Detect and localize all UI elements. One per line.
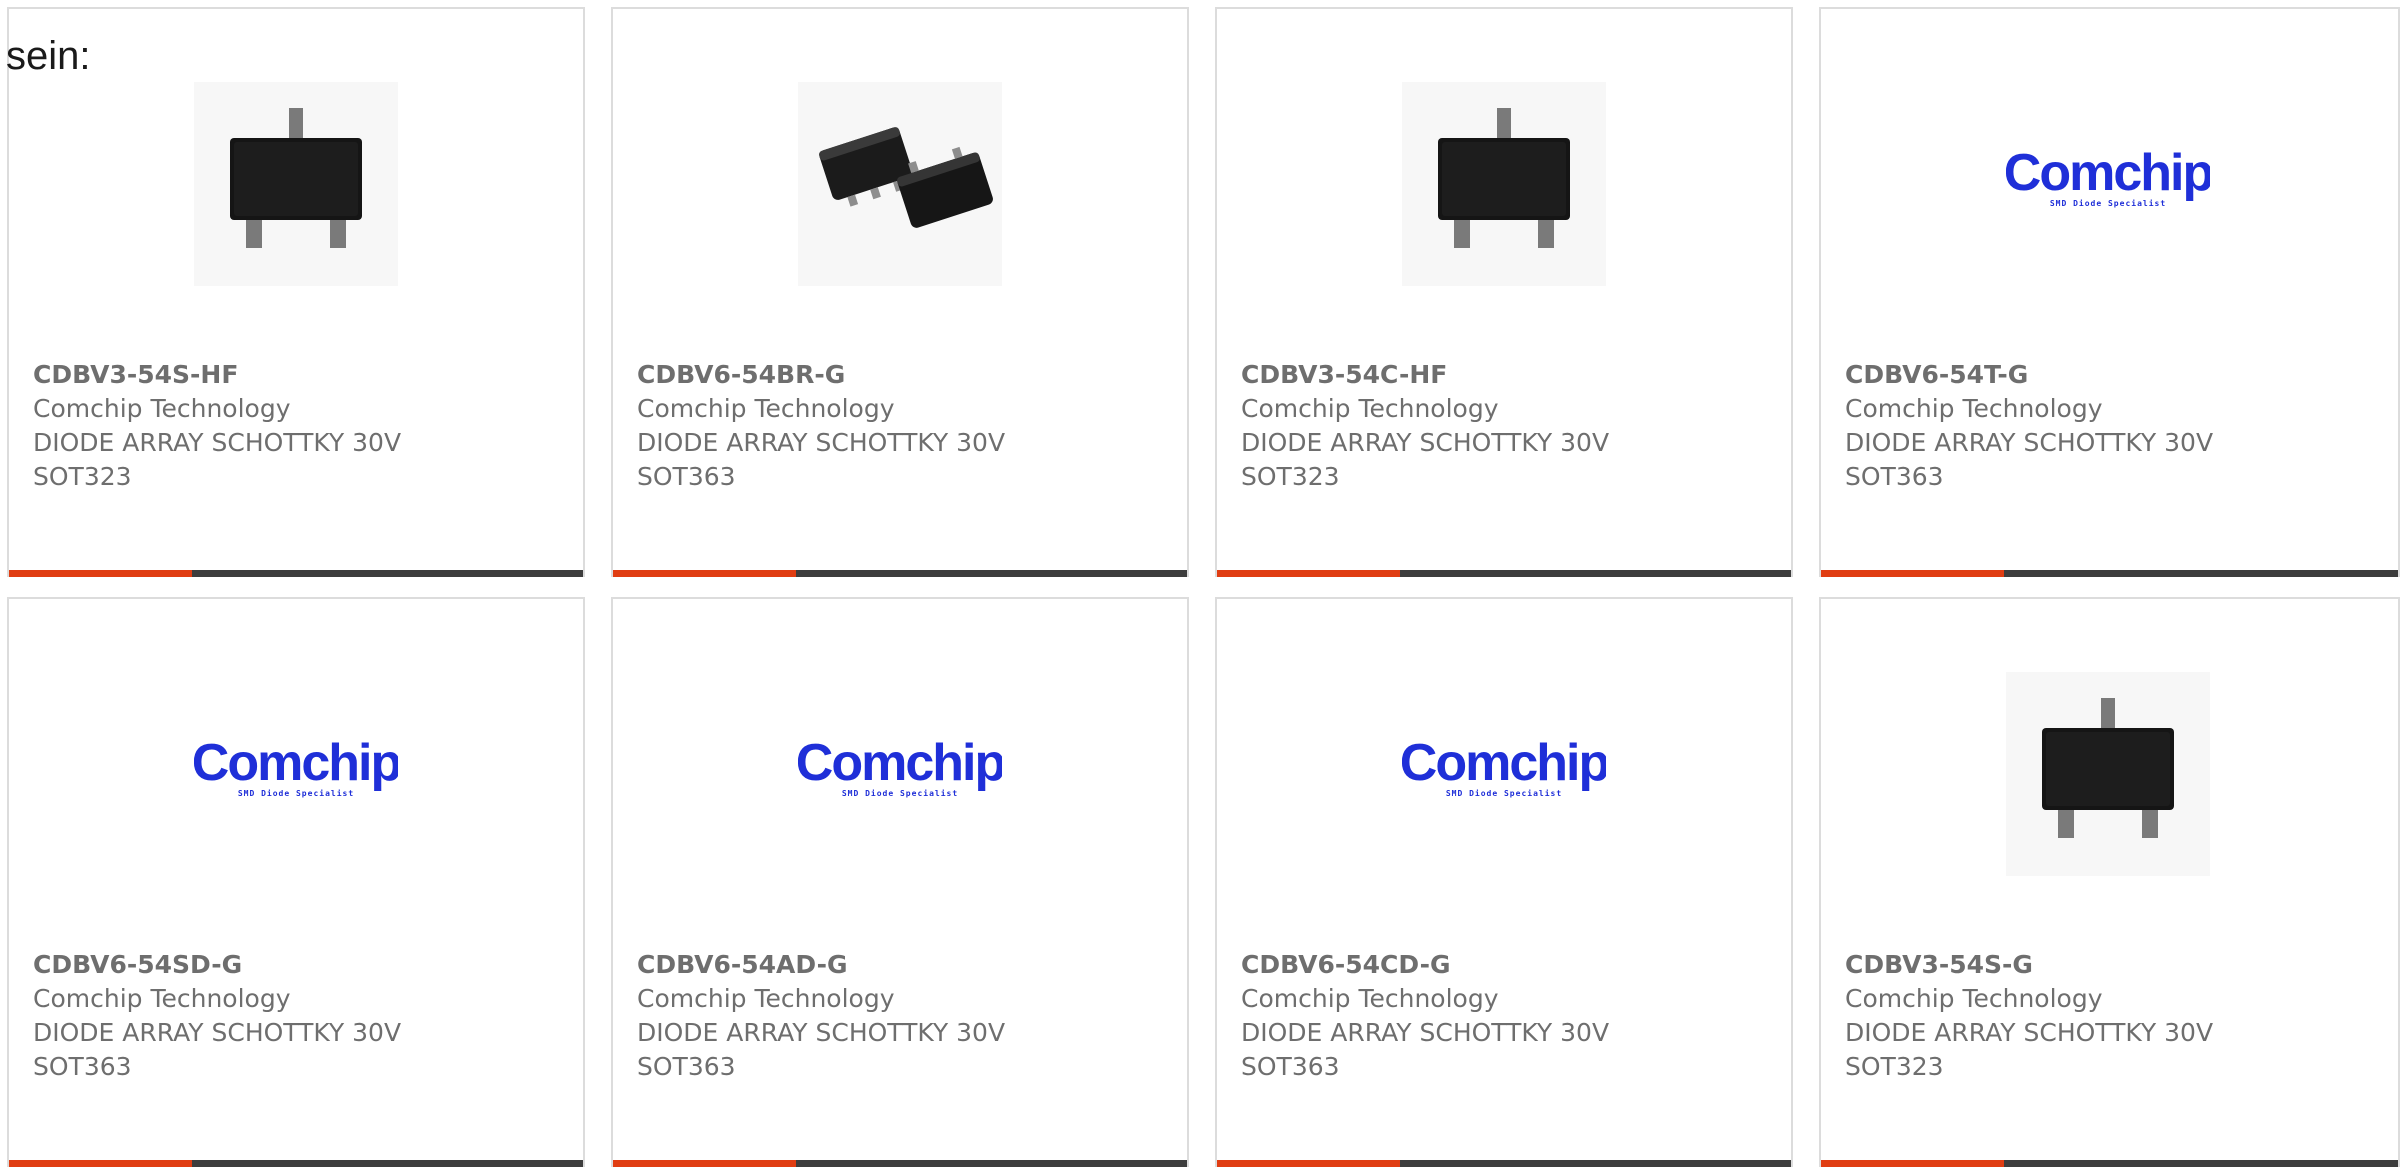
manufacturer: Comchip Technology [33, 394, 291, 423]
card-bottom-bar [1821, 1160, 2398, 1167]
svg-text:Comchip: Comchip [798, 734, 1002, 792]
description: DIODE ARRAY SCHOTTKY 30V [1845, 428, 2214, 457]
manufacturer: Comchip Technology [637, 394, 895, 423]
card-bottom-bar [9, 1160, 583, 1167]
svg-text:SMD Diode Specialist: SMD Diode Specialist [1446, 788, 1562, 798]
intro-text: sein: [6, 34, 91, 78]
comchip-logo-icon: Comchip SMD Diode Specialist [1402, 734, 1606, 798]
product-card[interactable]: Comchip SMD Diode Specialist CDBV6-54T-G… [1819, 7, 2400, 577]
product-image[interactable] [1402, 82, 1606, 286]
sot323-chip-icon [194, 82, 398, 286]
product-info: CDBV6-54T-G Comchip Technology DIODE ARR… [1845, 358, 2213, 494]
part-number[interactable]: CDBV6-54AD-G [637, 948, 1005, 982]
svg-text:Comchip: Comchip [194, 734, 398, 792]
part-number[interactable]: CDBV3-54S-HF [33, 358, 401, 392]
description: DIODE ARRAY SCHOTTKY 30V [637, 1018, 1006, 1047]
manufacturer: Comchip Technology [1845, 394, 2103, 423]
part-number[interactable]: CDBV6-54T-G [1845, 358, 2213, 392]
card-bottom-bar [1217, 1160, 1791, 1167]
manufacturer: Comchip Technology [1241, 984, 1499, 1013]
product-card[interactable]: CDBV3-54S-HF Comchip Technology DIODE AR… [7, 7, 585, 577]
description: DIODE ARRAY SCHOTTKY 30V [1241, 1018, 1610, 1047]
comchip-logo-icon: Comchip SMD Diode Specialist [2006, 144, 2210, 208]
comchip-logo-icon: Comchip SMD Diode Specialist [798, 734, 1002, 798]
description: DIODE ARRAY SCHOTTKY 30V [1845, 1018, 2214, 1047]
product-card[interactable]: Comchip SMD Diode Specialist CDBV6-54AD-… [611, 597, 1189, 1167]
comchip-logo-icon: Comchip SMD Diode Specialist [194, 734, 398, 798]
description: DIODE ARRAY SCHOTTKY 30V [33, 428, 402, 457]
svg-text:SMD Diode Specialist: SMD Diode Specialist [2049, 198, 2165, 208]
product-image[interactable] [194, 82, 398, 286]
card-bottom-bar [613, 1160, 1187, 1167]
manufacturer: Comchip Technology [33, 984, 291, 1013]
description: DIODE ARRAY SCHOTTKY 30V [33, 1018, 402, 1047]
card-bottom-bar [1217, 570, 1791, 577]
product-card[interactable]: CDBV6-54BR-G Comchip Technology DIODE AR… [611, 7, 1189, 577]
product-image[interactable]: Comchip SMD Diode Specialist [194, 672, 398, 876]
package: SOT363 [637, 1052, 736, 1081]
product-card[interactable]: Comchip SMD Diode Specialist CDBV6-54SD-… [7, 597, 585, 1167]
description: DIODE ARRAY SCHOTTKY 30V [1241, 428, 1610, 457]
product-card[interactable]: CDBV3-54C-HF Comchip Technology DIODE AR… [1215, 7, 1793, 577]
package: SOT323 [33, 462, 132, 491]
package: SOT363 [1845, 462, 1944, 491]
card-bottom-bar [613, 570, 1187, 577]
package: SOT363 [33, 1052, 132, 1081]
manufacturer: Comchip Technology [1241, 394, 1499, 423]
product-info: CDBV6-54SD-G Comchip Technology DIODE AR… [33, 948, 401, 1084]
product-card[interactable]: Comchip SMD Diode Specialist CDBV6-54CD-… [1215, 597, 1793, 1167]
part-number[interactable]: CDBV6-54BR-G [637, 358, 1005, 392]
svg-text:Comchip: Comchip [1402, 734, 1606, 792]
sot363-chips-icon [798, 82, 1002, 286]
part-number[interactable]: CDBV6-54SD-G [33, 948, 401, 982]
product-info: CDBV6-54BR-G Comchip Technology DIODE AR… [637, 358, 1005, 494]
product-image[interactable]: Comchip SMD Diode Specialist [1402, 672, 1606, 876]
sot323-chip-icon [1402, 82, 1606, 286]
svg-text:SMD Diode Specialist: SMD Diode Specialist [842, 788, 958, 798]
product-image[interactable]: Comchip SMD Diode Specialist [2006, 82, 2210, 286]
manufacturer: Comchip Technology [1845, 984, 2103, 1013]
sot323-chip-icon [2005, 672, 2210, 876]
card-bottom-bar [9, 570, 583, 577]
svg-text:SMD Diode Specialist: SMD Diode Specialist [238, 788, 354, 798]
svg-text:Comchip: Comchip [2006, 144, 2210, 202]
package: SOT323 [1845, 1052, 1944, 1081]
product-info: CDBV3-54S-HF Comchip Technology DIODE AR… [33, 358, 401, 494]
product-info: CDBV6-54AD-G Comchip Technology DIODE AR… [637, 948, 1005, 1084]
package: SOT323 [1241, 462, 1340, 491]
product-info: CDBV6-54CD-G Comchip Technology DIODE AR… [1241, 948, 1609, 1084]
product-image[interactable] [2005, 672, 2210, 876]
product-card[interactable]: CDBV3-54S-G Comchip Technology DIODE ARR… [1819, 597, 2400, 1167]
part-number[interactable]: CDBV3-54S-G [1845, 948, 2213, 982]
package: SOT363 [1241, 1052, 1340, 1081]
product-image[interactable] [798, 82, 1002, 286]
description: DIODE ARRAY SCHOTTKY 30V [637, 428, 1006, 457]
part-number[interactable]: CDBV3-54C-HF [1241, 358, 1609, 392]
package: SOT363 [637, 462, 736, 491]
product-image[interactable]: Comchip SMD Diode Specialist [798, 672, 1002, 876]
product-info: CDBV3-54S-G Comchip Technology DIODE ARR… [1845, 948, 2213, 1084]
manufacturer: Comchip Technology [637, 984, 895, 1013]
card-bottom-bar [1821, 570, 2398, 577]
product-info: CDBV3-54C-HF Comchip Technology DIODE AR… [1241, 358, 1609, 494]
part-number[interactable]: CDBV6-54CD-G [1241, 948, 1609, 982]
